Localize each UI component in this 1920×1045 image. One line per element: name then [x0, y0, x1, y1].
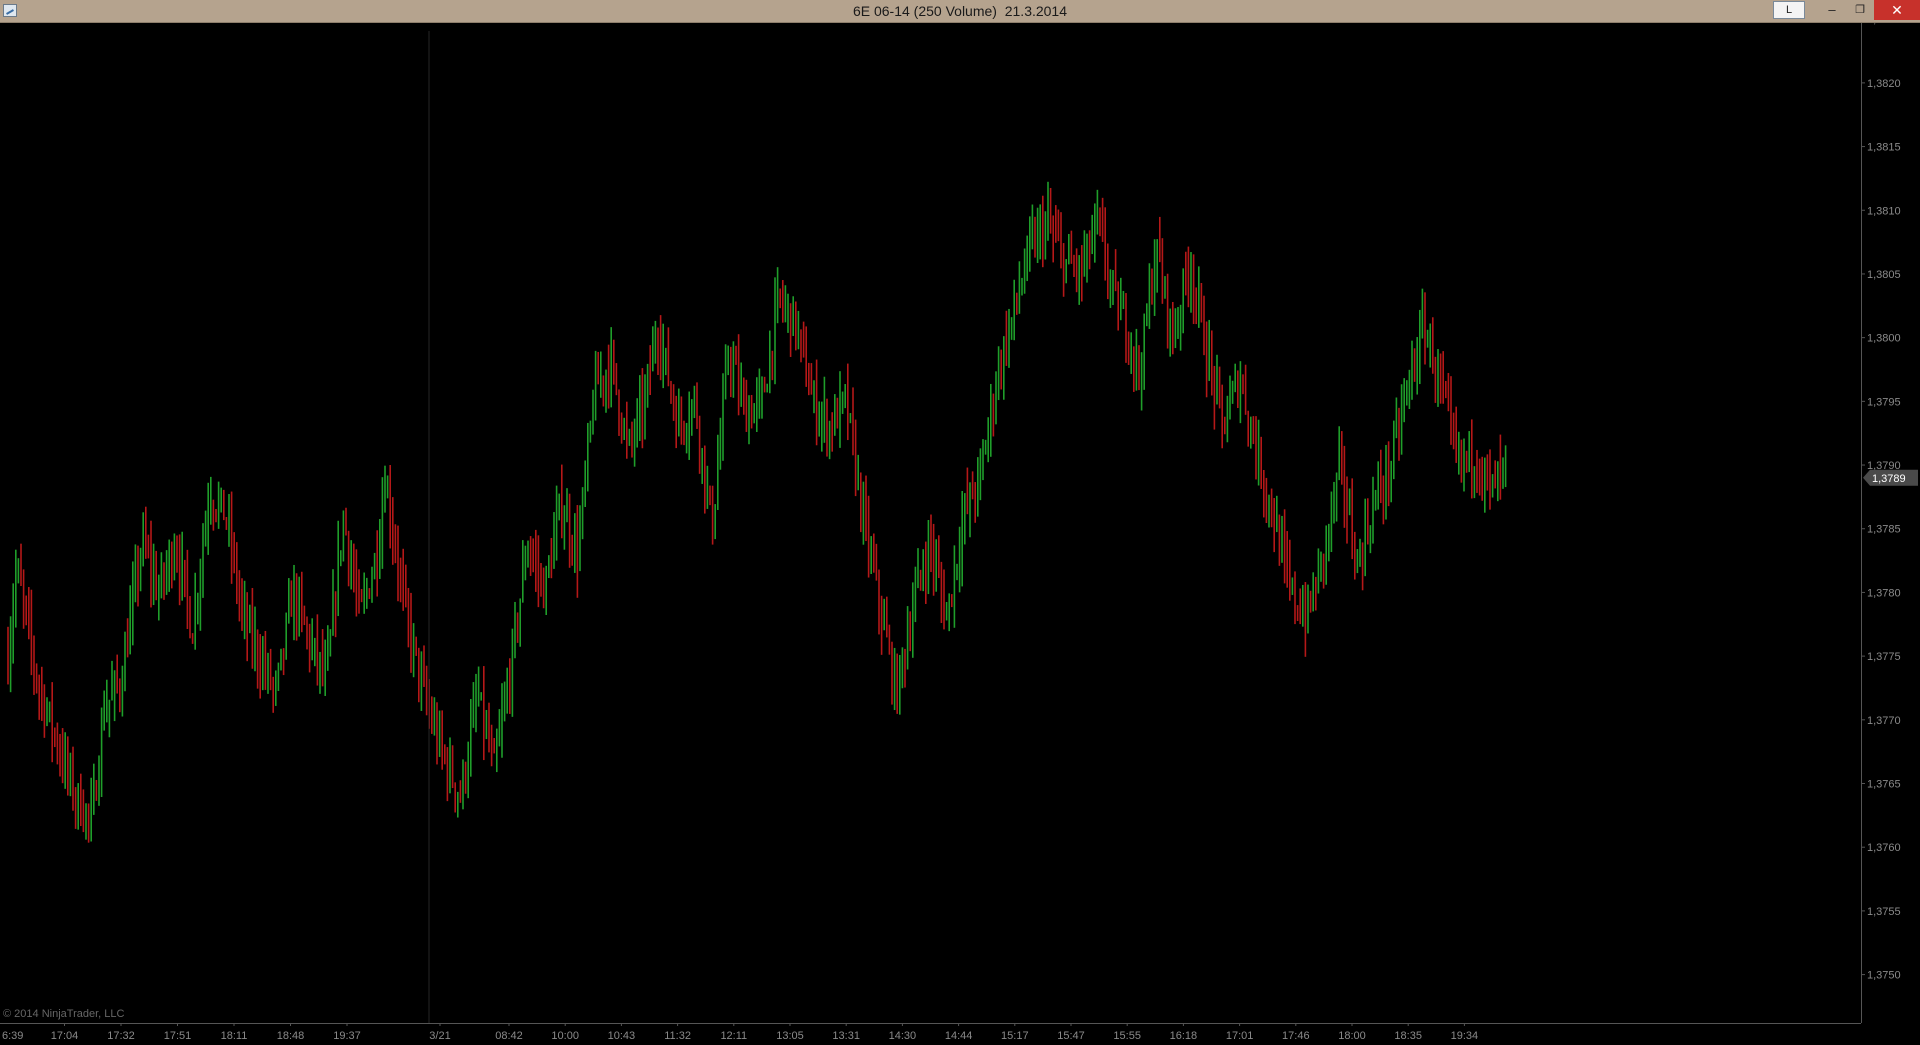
time-tick-label: 08:42 [495, 1030, 523, 1042]
price-axis: 1,3825 1,3820 1,3815 1,3810 1,3805 1,3800 1,37… [1861, 23, 1901, 982]
price-tick-label: 1,3780 [1867, 587, 1901, 599]
time-tick-label: 10:43 [608, 1030, 636, 1042]
time-tick-label: 12:11 [720, 1030, 747, 1042]
price-tick-label: 1,3825 [1867, 23, 1901, 26]
time-axis: 6:39 17:04 17:32 17:51 18:11 18:48 19:37 3/21 08… [2, 1023, 1478, 1042]
time-tick-label: 17:01 [1226, 1030, 1254, 1042]
time-tick-label: 16:18 [1170, 1030, 1198, 1042]
price-tick-label: 1,3765 [1867, 779, 1901, 791]
time-tick-label: 6:39 [2, 1030, 23, 1042]
time-tick-label: 17:32 [107, 1030, 135, 1042]
time-tick-label: 14:44 [945, 1030, 973, 1042]
close-icon[interactable]: ✕ [1874, 0, 1920, 20]
time-tick-label: 19:34 [1451, 1030, 1479, 1042]
price-tick-label: 1,3755 [1867, 906, 1901, 918]
time-tick-label: 11:32 [664, 1030, 691, 1042]
time-tick-label: 18:35 [1394, 1030, 1422, 1042]
time-tick-label: 3/21 [429, 1030, 450, 1042]
time-tick-label: 13:31 [832, 1030, 860, 1042]
price-tick-label: 1,3810 [1867, 205, 1901, 217]
price-tick-label: 1,3750 [1867, 970, 1901, 982]
price-bars [7, 181, 1507, 843]
time-tick-label: 14:30 [889, 1030, 917, 1042]
time-tick-label: 17:04 [51, 1030, 79, 1042]
time-tick-label: 15:47 [1057, 1030, 1085, 1042]
price-tick-label: 1,3775 [1867, 651, 1901, 663]
price-tick-label: 1,3760 [1867, 842, 1901, 854]
price-tick-label: 1,3800 [1867, 333, 1901, 345]
time-tick-label: 19:37 [333, 1030, 361, 1042]
price-chart[interactable]: 1,3825 1,3820 1,3815 1,3810 1,3805 1,3800 1,37… [0, 23, 1920, 1045]
time-tick-label: 13:05 [776, 1030, 804, 1042]
time-tick-label: 18:00 [1338, 1030, 1366, 1042]
time-tick-label: 10:00 [551, 1030, 579, 1042]
price-tick-label: 1,3805 [1867, 269, 1901, 281]
time-tick-label: 17:46 [1282, 1030, 1310, 1042]
time-tick-label: 15:55 [1113, 1030, 1141, 1042]
price-tick-label: 1,3815 [1867, 142, 1901, 154]
copyright-text: © 2014 NinjaTrader, LLC [3, 1008, 124, 1020]
link-button[interactable]: L [1773, 1, 1805, 19]
last-price-marker: 1,3789 [1863, 469, 1918, 486]
price-tick-label: 1,3795 [1867, 396, 1901, 408]
minimize-icon[interactable]: – [1818, 0, 1846, 20]
time-tick-label: 17:51 [164, 1030, 192, 1042]
title-bar[interactable]: 6E 06-14 (250 Volume) 21.3.2014 L – ❐ ✕ [0, 0, 1920, 23]
price-tick-label: 1,3770 [1867, 715, 1901, 727]
price-tick-label: 1,3785 [1867, 524, 1901, 536]
time-tick-label: 15:17 [1001, 1030, 1029, 1042]
time-tick-label: 18:48 [277, 1030, 305, 1042]
price-tick-label: 1,3820 [1867, 78, 1901, 90]
time-tick-label: 18:11 [221, 1030, 248, 1042]
last-price-label: 1,3789 [1872, 473, 1906, 485]
restore-icon[interactable]: ❐ [1846, 0, 1874, 20]
window-title: 6E 06-14 (250 Volume) 21.3.2014 [852, 3, 1068, 19]
